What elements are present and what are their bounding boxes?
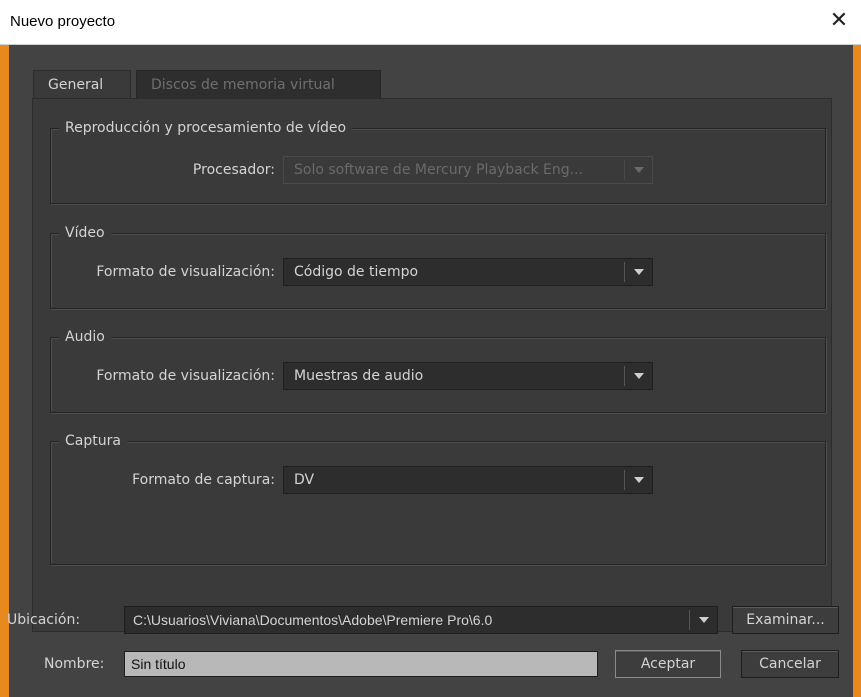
group-audio: Audio Formato de visualización: Muestras… bbox=[50, 328, 826, 413]
chevron-down-icon bbox=[624, 160, 652, 180]
name-label: Nombre: bbox=[44, 656, 105, 672]
close-icon[interactable]: ✕ bbox=[827, 9, 851, 33]
group-title-video: Vídeo bbox=[59, 224, 111, 242]
tab-general[interactable]: General bbox=[33, 70, 131, 98]
group-capture: Captura Formato de captura: DV bbox=[50, 432, 826, 565]
chevron-down-icon[interactable] bbox=[624, 470, 652, 490]
video-display-format-label: Formato de visualización: bbox=[96, 264, 275, 280]
group-title-capture: Captura bbox=[59, 432, 127, 450]
general-panel: Reproducción y procesamiento de vídeo Pr… bbox=[32, 98, 832, 632]
group-video-processing: Reproducción y procesamiento de vídeo Pr… bbox=[50, 119, 826, 204]
group-title-video-processing: Reproducción y procesamiento de vídeo bbox=[59, 119, 353, 137]
video-display-format-value: Código de tiempo bbox=[294, 264, 419, 280]
cancel-button[interactable]: Cancelar bbox=[741, 650, 839, 678]
audio-display-format-value: Muestras de audio bbox=[294, 368, 424, 384]
browse-button[interactable]: Examinar... bbox=[732, 606, 839, 634]
video-display-format-dropdown[interactable]: Código de tiempo bbox=[283, 258, 653, 286]
chevron-down-icon[interactable] bbox=[624, 262, 652, 282]
location-label: Ubicación: bbox=[7, 612, 81, 628]
chevron-down-icon[interactable] bbox=[689, 610, 717, 630]
renderer-label: Procesador: bbox=[192, 162, 275, 178]
name-input[interactable]: Sin título bbox=[124, 651, 598, 677]
new-project-dialog: General Discos de memoria virtual Reprod… bbox=[7, 45, 853, 697]
capture-format-value: DV bbox=[294, 472, 315, 488]
capture-format-label: Formato de captura: bbox=[132, 472, 275, 488]
audio-display-format-dropdown[interactable]: Muestras de audio bbox=[283, 362, 653, 390]
location-value: C:\Usuarios\Viviana\Documentos\Adobe\Pre… bbox=[133, 612, 493, 628]
capture-format-dropdown[interactable]: DV bbox=[283, 466, 653, 494]
chevron-down-icon[interactable] bbox=[624, 366, 652, 386]
tab-scratch-disks[interactable]: Discos de memoria virtual bbox=[136, 70, 381, 98]
title-bar: Nuevo proyecto ✕ bbox=[0, 0, 861, 45]
group-title-audio: Audio bbox=[59, 328, 111, 346]
group-video: Vídeo Formato de visualización: Código d… bbox=[50, 224, 826, 309]
renderer-value: Solo software de Mercury Playback Eng... bbox=[294, 162, 583, 178]
window-title: Nuevo proyecto bbox=[10, 13, 116, 30]
location-dropdown[interactable]: C:\Usuarios\Viviana\Documentos\Adobe\Pre… bbox=[124, 606, 718, 634]
renderer-dropdown: Solo software de Mercury Playback Eng... bbox=[283, 156, 653, 184]
audio-display-format-label: Formato de visualización: bbox=[96, 368, 275, 384]
accept-button[interactable]: Aceptar bbox=[615, 650, 721, 678]
